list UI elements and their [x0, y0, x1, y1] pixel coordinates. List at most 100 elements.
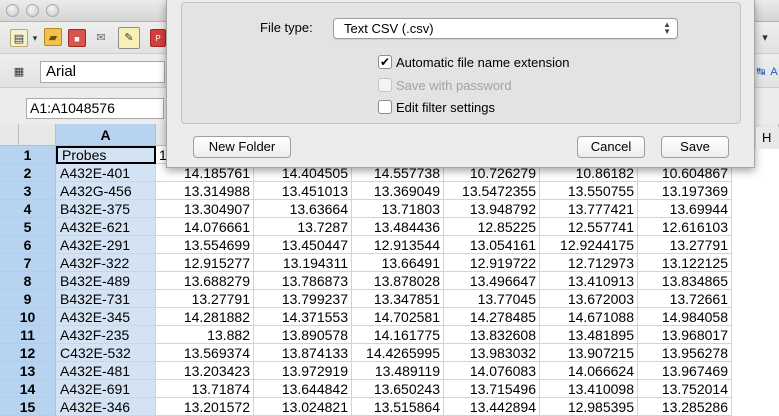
- row-header[interactable]: 8: [0, 272, 56, 290]
- minimize-window-button[interactable]: [26, 4, 39, 17]
- cell-value[interactable]: 13.442894: [444, 398, 540, 416]
- cell-value[interactable]: 13.285286: [638, 398, 732, 416]
- zoom-window-button[interactable]: [46, 4, 59, 17]
- cell-value[interactable]: 12.985395: [540, 398, 638, 416]
- row-header[interactable]: 14: [0, 380, 56, 398]
- cell-value[interactable]: 13.450447: [254, 236, 352, 254]
- cell-value[interactable]: 13.72661: [638, 290, 732, 308]
- row-header[interactable]: 1: [0, 146, 56, 164]
- cell-value[interactable]: 14.066624: [540, 362, 638, 380]
- open-folder-icon[interactable]: ▰: [44, 28, 62, 46]
- cell-value[interactable]: 13.834865: [638, 272, 732, 290]
- export-pdf-icon[interactable]: P: [150, 29, 166, 47]
- cell-value[interactable]: 13.644842: [254, 380, 352, 398]
- row-header[interactable]: 15: [0, 398, 56, 416]
- row-header[interactable]: 10: [0, 308, 56, 326]
- cell-value[interactable]: 13.410913: [540, 272, 638, 290]
- cell-column-a[interactable]: A432E-345: [56, 308, 156, 326]
- row-header[interactable]: 4: [0, 200, 56, 218]
- row-header[interactable]: 11: [0, 326, 56, 344]
- cell-value[interactable]: 13.5472355: [444, 182, 540, 200]
- cell-value[interactable]: 13.948792: [444, 200, 540, 218]
- name-box[interactable]: A1:A1048576: [26, 98, 164, 119]
- cell-value[interactable]: 14.984058: [638, 308, 732, 326]
- font-name-combobox[interactable]: Arial: [40, 61, 165, 83]
- row-header[interactable]: 5: [0, 218, 56, 236]
- dropdown-arrow-icon[interactable]: ▾: [30, 29, 40, 47]
- cell-value[interactable]: 13.69944: [638, 200, 732, 218]
- cell-value[interactable]: 13.201572: [156, 398, 254, 416]
- cell-value[interactable]: 12.712973: [540, 254, 638, 272]
- cell-value[interactable]: 12.913544: [352, 236, 444, 254]
- cell-value[interactable]: 12.557741: [540, 218, 638, 236]
- cell-value[interactable]: 12.9244175: [540, 236, 638, 254]
- new-document-icon[interactable]: ▤: [10, 29, 28, 47]
- cell-value[interactable]: 13.194311: [254, 254, 352, 272]
- row-header[interactable]: 6: [0, 236, 56, 254]
- cell-value[interactable]: 13.63664: [254, 200, 352, 218]
- cell-value[interactable]: 13.882: [156, 326, 254, 344]
- cell-value[interactable]: 13.515864: [352, 398, 444, 416]
- cell-column-a[interactable]: A432E-401: [56, 164, 156, 182]
- cell-value[interactable]: 13.347851: [352, 290, 444, 308]
- cell-value[interactable]: 13.777421: [540, 200, 638, 218]
- cell-value[interactable]: 14.371553: [254, 308, 352, 326]
- cell-column-a[interactable]: Probes: [56, 146, 156, 164]
- email-icon[interactable]: ✉: [92, 29, 110, 47]
- cell-column-a[interactable]: A432E-691: [56, 380, 156, 398]
- cell-value[interactable]: 13.71803: [352, 200, 444, 218]
- toolbar-overflow-icon[interactable]: ▾: [757, 29, 773, 47]
- cell-value[interactable]: 14.076661: [156, 218, 254, 236]
- close-window-button[interactable]: [6, 4, 19, 17]
- cell-value[interactable]: 13.481895: [540, 326, 638, 344]
- cell-value[interactable]: 14.702581: [352, 308, 444, 326]
- cell-column-a[interactable]: A432E-346: [56, 398, 156, 416]
- cell-value[interactable]: 13.024821: [254, 398, 352, 416]
- cell-value[interactable]: 13.7287: [254, 218, 352, 236]
- cell-value[interactable]: 14.278485: [444, 308, 540, 326]
- cell-column-a[interactable]: B432E-375: [56, 200, 156, 218]
- cell-value[interactable]: 13.66491: [352, 254, 444, 272]
- cell-value[interactable]: 13.27791: [156, 290, 254, 308]
- cell-value[interactable]: 13.907215: [540, 344, 638, 362]
- edit-mode-icon[interactable]: ✎: [118, 27, 140, 49]
- row-header[interactable]: 13: [0, 362, 56, 380]
- cell-value[interactable]: 13.967469: [638, 362, 732, 380]
- cell-column-a[interactable]: A432F-235: [56, 326, 156, 344]
- cell-value[interactable]: 13.799237: [254, 290, 352, 308]
- cell-value[interactable]: 13.832608: [444, 326, 540, 344]
- cell-value[interactable]: 14.076083: [444, 362, 540, 380]
- cell-value[interactable]: 13.688279: [156, 272, 254, 290]
- cell-value[interactable]: 13.77045: [444, 290, 540, 308]
- cell-value[interactable]: 14.161775: [352, 326, 444, 344]
- cell-value[interactable]: 13.369049: [352, 182, 444, 200]
- cancel-button[interactable]: Cancel: [577, 136, 645, 158]
- edit-filter-checkbox[interactable]: [378, 100, 392, 114]
- cell-value[interactable]: 12.915277: [156, 254, 254, 272]
- cell-value[interactable]: 13.972919: [254, 362, 352, 380]
- cell-column-a[interactable]: A432E-481: [56, 362, 156, 380]
- file-type-select[interactable]: Text CSV (.csv) ▲ ▼: [333, 18, 678, 39]
- cell-column-a[interactable]: A432E-291: [56, 236, 156, 254]
- cell-value[interactable]: 13.71874: [156, 380, 254, 398]
- cell-column-a[interactable]: B432E-489: [56, 272, 156, 290]
- new-folder-button[interactable]: New Folder: [193, 136, 291, 158]
- save-button[interactable]: Save: [661, 136, 729, 158]
- cell-value[interactable]: 13.890578: [254, 326, 352, 344]
- cell-column-a[interactable]: A432G-456: [56, 182, 156, 200]
- cell-value[interactable]: 13.197369: [638, 182, 732, 200]
- cell-value[interactable]: 13.554699: [156, 236, 254, 254]
- cell-value[interactable]: 13.122125: [638, 254, 732, 272]
- styles-icon[interactable]: ▦: [10, 63, 28, 81]
- cell-value[interactable]: 12.919722: [444, 254, 540, 272]
- cell-value[interactable]: 14.281882: [156, 308, 254, 326]
- cell-value[interactable]: 13.304907: [156, 200, 254, 218]
- cell-value[interactable]: 13.569374: [156, 344, 254, 362]
- cell-value[interactable]: 13.874133: [254, 344, 352, 362]
- cell-value[interactable]: 13.27791: [638, 236, 732, 254]
- cell-value[interactable]: 13.054161: [444, 236, 540, 254]
- cell-value[interactable]: 13.410098: [540, 380, 638, 398]
- cell-value[interactable]: 13.484436: [352, 218, 444, 236]
- row-header[interactable]: 3: [0, 182, 56, 200]
- cell-column-a[interactable]: C432E-532: [56, 344, 156, 362]
